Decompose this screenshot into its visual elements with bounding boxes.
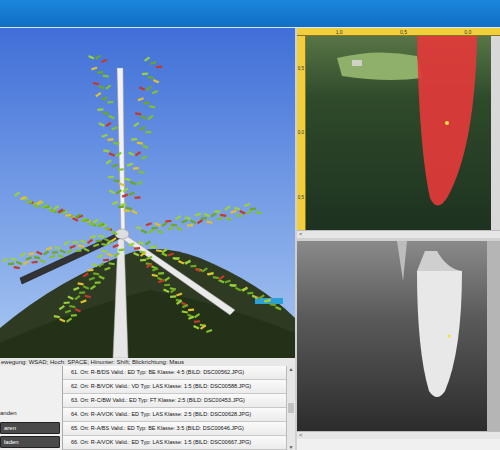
side-panel: anden aren laden	[0, 366, 62, 450]
ruler-label: 0,0	[464, 28, 471, 35]
side-label: anden	[0, 410, 60, 420]
photo-view[interactable]: 1,0 0,5 0,0 0,5 0,0 0,5	[297, 28, 500, 230]
ruler-left: 0,5 0,0 0,5	[297, 36, 306, 230]
title-bar	[0, 0, 500, 28]
ruler-label: 0,0	[298, 130, 304, 135]
finding-row[interactable]: 64. Ort: R-A/VOK Valid.: ED Typ: LAS Kla…	[63, 408, 286, 422]
scroll-left-icon[interactable]: <	[299, 432, 303, 438]
finding-row[interactable]: 62. Ort: R-B/VOK Valid.: VD Typ: LAS Kla…	[63, 380, 286, 394]
ruler-label: 1,0	[336, 28, 343, 35]
ruler-top: 1,0 0,5 0,0	[297, 28, 500, 36]
side-button[interactable]: aren	[0, 422, 60, 434]
thermal-view[interactable]	[297, 241, 500, 431]
ruler-label: 0,5	[298, 66, 304, 71]
finding-row[interactable]: 66. Ort: R-A/VOK Valid.: ED Typ: LAS Kla…	[63, 436, 286, 450]
finding-row[interactable]: 63. Ort: R-C/BW Valid.: ED Typ: FT Klass…	[63, 394, 286, 408]
scroll-down-icon[interactable]: ▼	[289, 444, 294, 450]
thermal-scrollbar[interactable]: <	[297, 431, 500, 439]
side-button[interactable]: laden	[0, 436, 60, 448]
scroll-thumb[interactable]	[288, 403, 294, 413]
ruler-label: 0,5	[400, 28, 407, 35]
finding-row[interactable]: 65. Ort: R-A/BS Valid.: ED Typ: BE Klass…	[63, 422, 286, 436]
navigation-hint: ewegung: WSAD; Hoch: SPACE; Hinunter: Sh…	[0, 358, 295, 366]
ruler-label: 0,5	[298, 195, 304, 200]
list-scrollbar[interactable]: ▲▼	[286, 366, 295, 450]
3d-view[interactable]	[0, 28, 295, 358]
scroll-up-icon[interactable]: ▲	[289, 366, 294, 372]
findings-list: 61. Ort: R-B/DS Valid.: ED Typ: BE Klass…	[62, 366, 286, 450]
finding-row[interactable]: 61. Ort: R-B/DS Valid.: ED Typ: BE Klass…	[63, 366, 286, 380]
scroll-left-icon[interactable]: <	[299, 231, 303, 237]
photo-scrollbar[interactable]: <	[297, 230, 500, 238]
